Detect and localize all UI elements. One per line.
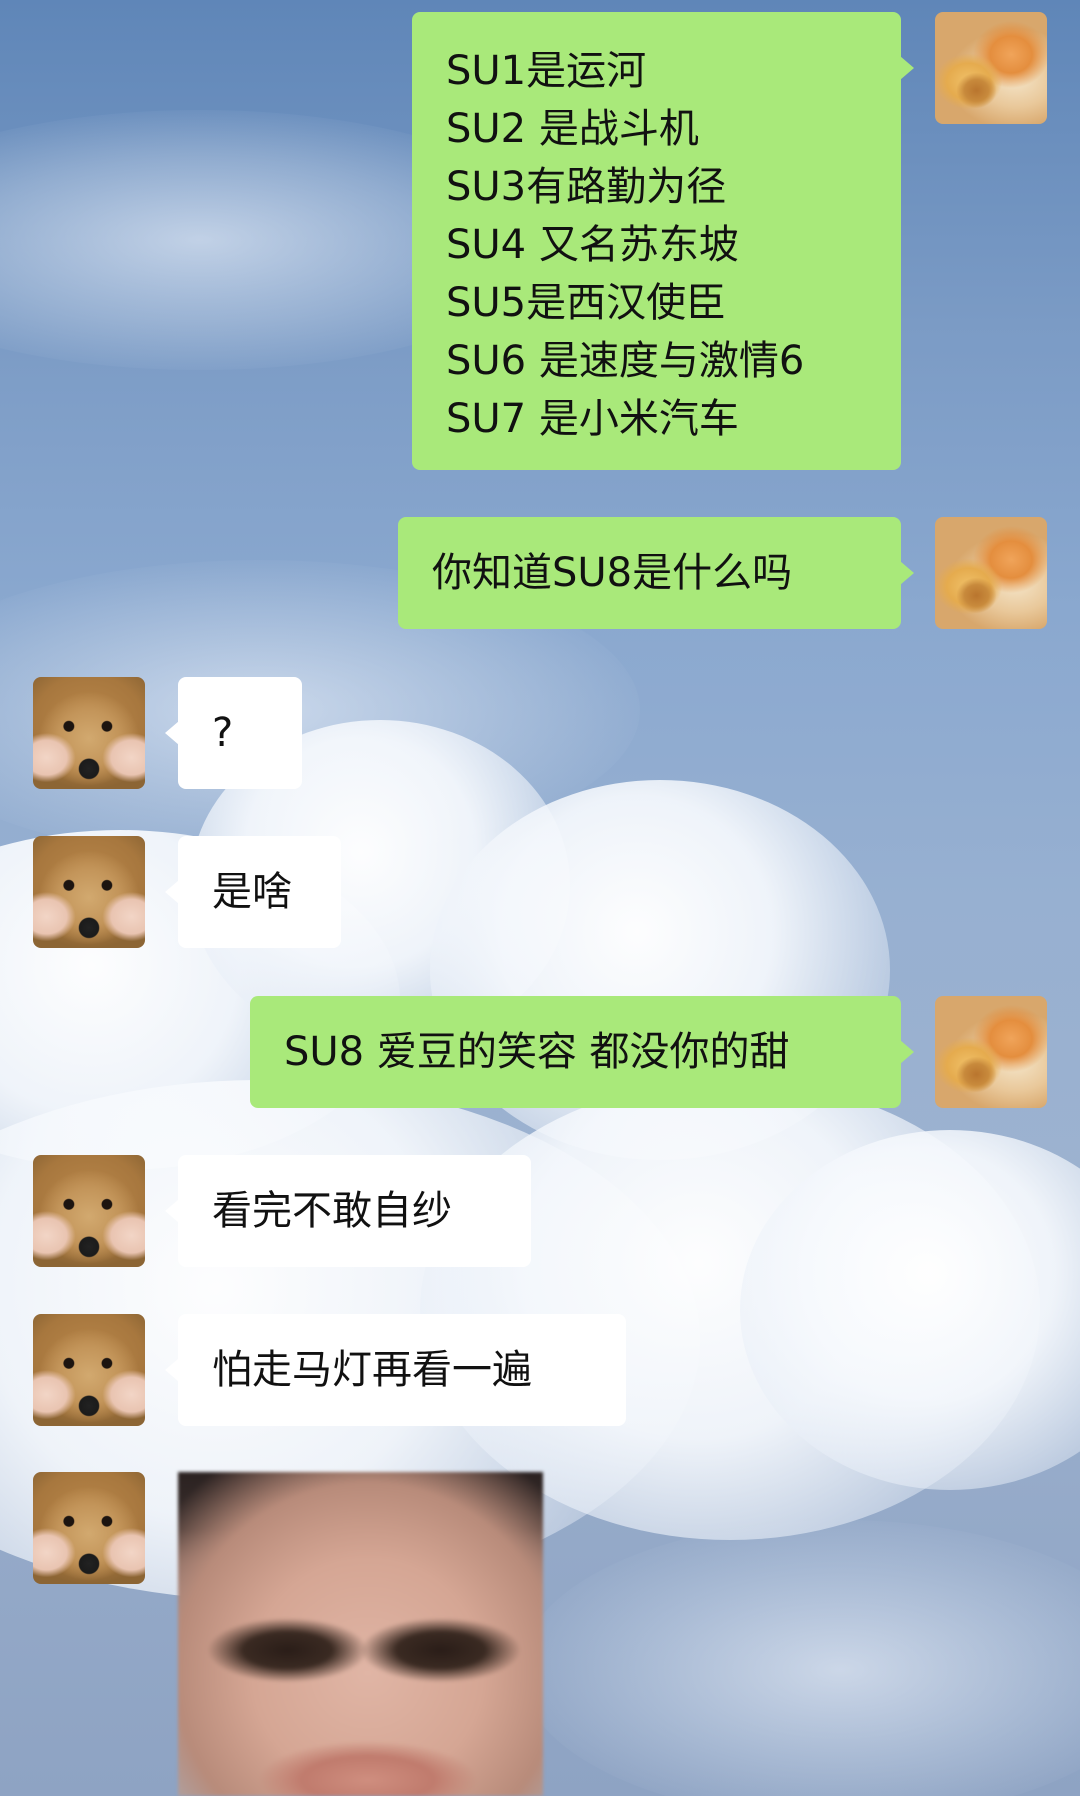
contact-avatar[interactable]	[33, 1472, 145, 1584]
message-text: 看完不敢自纱	[212, 1188, 452, 1234]
incoming-message-bubble[interactable]: ?	[165, 677, 302, 789]
message-line: SU5是西汉使臣	[446, 280, 727, 326]
message-text: ?	[212, 710, 234, 756]
message-text: SU8 爱豆的笑容 都没你的甜	[284, 1029, 790, 1075]
outgoing-message-bubble[interactable]: SU1是运河 SU2 是战斗机 SU3有路勤为径 SU4 又名苏东坡 SU5是西…	[412, 12, 914, 470]
message-line: SU4 又名苏东坡	[446, 222, 739, 268]
contact-avatar[interactable]	[33, 1314, 145, 1426]
self-avatar[interactable]	[935, 12, 1047, 124]
image-message-photo[interactable]	[178, 1472, 543, 1796]
contact-avatar[interactable]	[33, 677, 145, 789]
contact-avatar[interactable]	[33, 836, 145, 948]
outgoing-message-bubble[interactable]: SU8 爱豆的笑容 都没你的甜	[250, 996, 914, 1108]
contact-avatar[interactable]	[33, 1155, 145, 1267]
message-line: SU6 是速度与激情6	[446, 338, 805, 384]
message-line: SU2 是战斗机	[446, 106, 699, 152]
message-text: 怕走马灯再看一遍	[212, 1347, 532, 1393]
sky-wisp	[520, 1520, 1080, 1796]
self-avatar[interactable]	[935, 996, 1047, 1108]
self-avatar[interactable]	[935, 517, 1047, 629]
message-line: SU7 是小米汽车	[446, 396, 739, 442]
outgoing-message-bubble[interactable]: 你知道SU8是什么吗	[398, 517, 914, 629]
incoming-message-bubble[interactable]: 看完不敢自纱	[165, 1155, 531, 1267]
incoming-message-bubble[interactable]: 怕走马灯再看一遍	[165, 1314, 626, 1426]
message-text: 你知道SU8是什么吗	[432, 550, 793, 596]
incoming-message-bubble[interactable]: 是啥	[165, 836, 341, 948]
message-line: SU3有路勤为径	[446, 164, 727, 210]
message-line: SU1是运河	[446, 48, 647, 94]
message-text: 是啥	[212, 869, 292, 915]
